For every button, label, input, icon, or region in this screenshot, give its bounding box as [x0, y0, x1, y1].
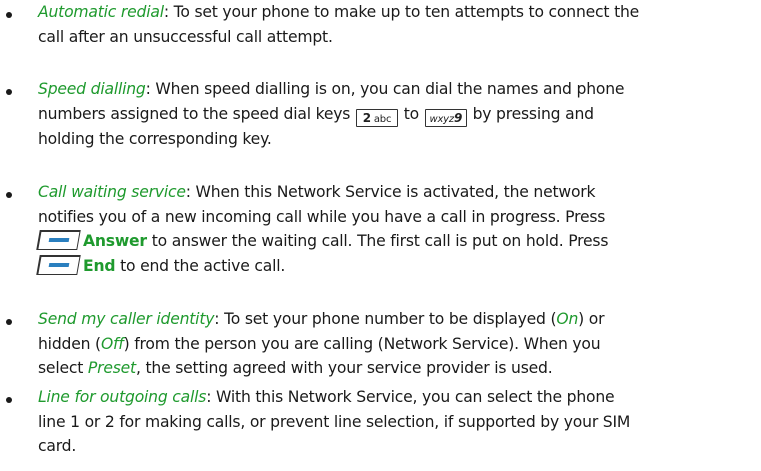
text-line: hidden ( — [38, 334, 101, 353]
text-line: numbers assigned to the speed dial keys — [38, 104, 351, 123]
term-line-outgoing: Line for outgoing calls — [38, 388, 207, 406]
text-line: line 1 or 2 for making calls, or prevent… — [38, 412, 631, 431]
text-line: : To set your phone number to be display… — [214, 310, 557, 328]
key-letters: abc — [373, 113, 392, 125]
term-send-caller-identity: Send my caller identity — [38, 310, 215, 328]
key-number: 9 — [453, 110, 463, 125]
text-line: ) from the person you are calling (Netwo… — [123, 334, 601, 353]
bullet-icon — [6, 192, 12, 198]
text-line: : To set your phone to make up to ten at… — [163, 3, 640, 21]
key-9-icon: wxyz9 — [424, 108, 467, 127]
key-letters: wxyz — [429, 113, 454, 125]
item-text: Speed dialling: When speed dialling is o… — [38, 77, 755, 151]
text-line: to end the active call. — [120, 256, 286, 275]
item-text: Line for outgoing calls: With this Netwo… — [38, 385, 755, 459]
text-line: card. — [38, 437, 77, 456]
answer-label: Answer — [83, 232, 147, 251]
text-word: to — [403, 104, 420, 123]
term-call-waiting: Call waiting service — [38, 183, 186, 201]
text-line: call after an unsuccessful call attempt. — [38, 27, 333, 46]
item-text: Automatic redial: To set your phone to m… — [38, 0, 755, 49]
text-line: select — [38, 359, 84, 378]
item-text: Send my caller identity: To set your pho… — [38, 307, 755, 381]
text-line: , the setting agreed with your service p… — [135, 359, 553, 378]
bullet-icon — [6, 319, 12, 325]
text-line: holding the corresponding key. — [38, 129, 272, 148]
text-line: : With this Network Service, you can sel… — [206, 388, 615, 406]
text-line: : When speed dialling is on, you can dia… — [145, 80, 625, 98]
selection-key-icon — [36, 230, 81, 251]
bullet-icon — [6, 397, 12, 403]
item-text: Call waiting service: When this Network … — [36, 180, 755, 278]
key-number: 2 — [362, 110, 371, 125]
option-off: Off — [100, 334, 124, 353]
selection-key-icon — [36, 254, 81, 275]
term-automatic-redial: Automatic redial — [38, 3, 164, 21]
text-line: : When this Network Service is activated… — [185, 183, 596, 201]
term-speed-dialling: Speed dialling — [38, 80, 146, 98]
end-label: End — [83, 256, 116, 275]
text-line: to answer the waiting call. The first ca… — [151, 232, 609, 251]
text-line: ) or — [578, 310, 605, 328]
bullet-icon — [6, 12, 12, 18]
text-line: by pressing and — [472, 104, 595, 123]
option-on: On — [556, 310, 579, 328]
key-2-icon: 2 abc — [356, 108, 398, 127]
text-line: notifies you of a new incoming call whil… — [38, 207, 606, 226]
bullet-icon — [6, 89, 12, 95]
option-preset: Preset — [87, 359, 136, 378]
